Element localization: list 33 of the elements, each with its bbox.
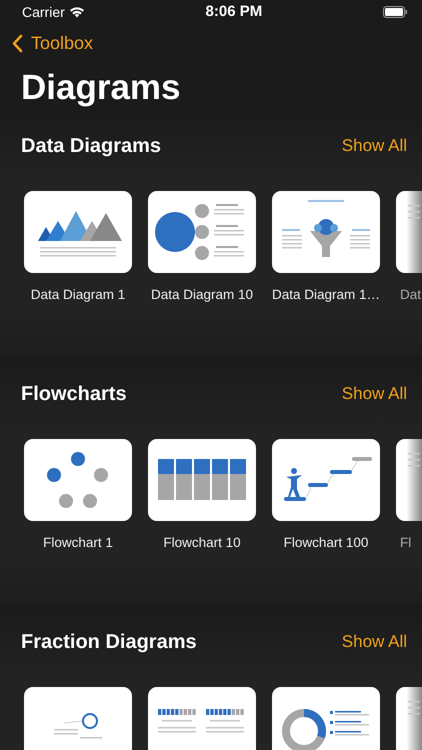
wifi-icon xyxy=(68,6,85,18)
thumbnail-label: Flowchart 1 xyxy=(43,534,113,552)
status-time: 8:06 PM xyxy=(206,2,262,22)
carrier-name: Carrier xyxy=(22,2,65,22)
thumbnail-label: Dat xyxy=(400,286,422,304)
diagram-thumbnail[interactable] xyxy=(148,191,256,273)
thumbnail-label: Flowchart 100 xyxy=(284,534,368,552)
thumbnail-label: Data Diagram 10 xyxy=(150,286,254,304)
thumbnail-label: Fl xyxy=(400,534,412,552)
diagram-thumbnail[interactable] xyxy=(24,191,132,273)
diagram-thumbnail[interactable] xyxy=(272,687,380,750)
thumbnail-label: Data Diagram 1 xyxy=(30,286,126,304)
section-title: Data Diagrams xyxy=(21,134,162,159)
thumbnail-label: Data Diagram 1… xyxy=(272,286,380,304)
show-all-link[interactable]: Show All xyxy=(342,629,407,655)
back-button[interactable]: Toolbox xyxy=(0,24,94,57)
show-all-link[interactable]: Show All xyxy=(342,133,407,159)
show-all-link[interactable]: Show All xyxy=(342,381,407,407)
section-title: Flowcharts xyxy=(21,382,127,407)
page-title: Diagrams xyxy=(21,67,182,109)
diagram-thumbnail[interactable] xyxy=(272,191,380,273)
diagram-thumbnail[interactable] xyxy=(396,687,422,750)
diagram-thumbnail[interactable] xyxy=(148,439,256,521)
chevron-left-icon xyxy=(12,34,23,53)
diagram-thumbnail[interactable] xyxy=(272,439,380,521)
diagram-thumbnail[interactable] xyxy=(24,439,132,521)
section-title: Fraction Diagrams xyxy=(21,630,197,655)
battery-icon xyxy=(382,6,408,18)
thumbnail-label: Flowchart 10 xyxy=(163,534,241,552)
diagram-thumbnail[interactable] xyxy=(148,687,256,750)
diagram-thumbnail[interactable] xyxy=(396,191,422,273)
diagram-thumbnail[interactable] xyxy=(396,439,422,521)
diagram-thumbnail[interactable] xyxy=(24,687,132,750)
